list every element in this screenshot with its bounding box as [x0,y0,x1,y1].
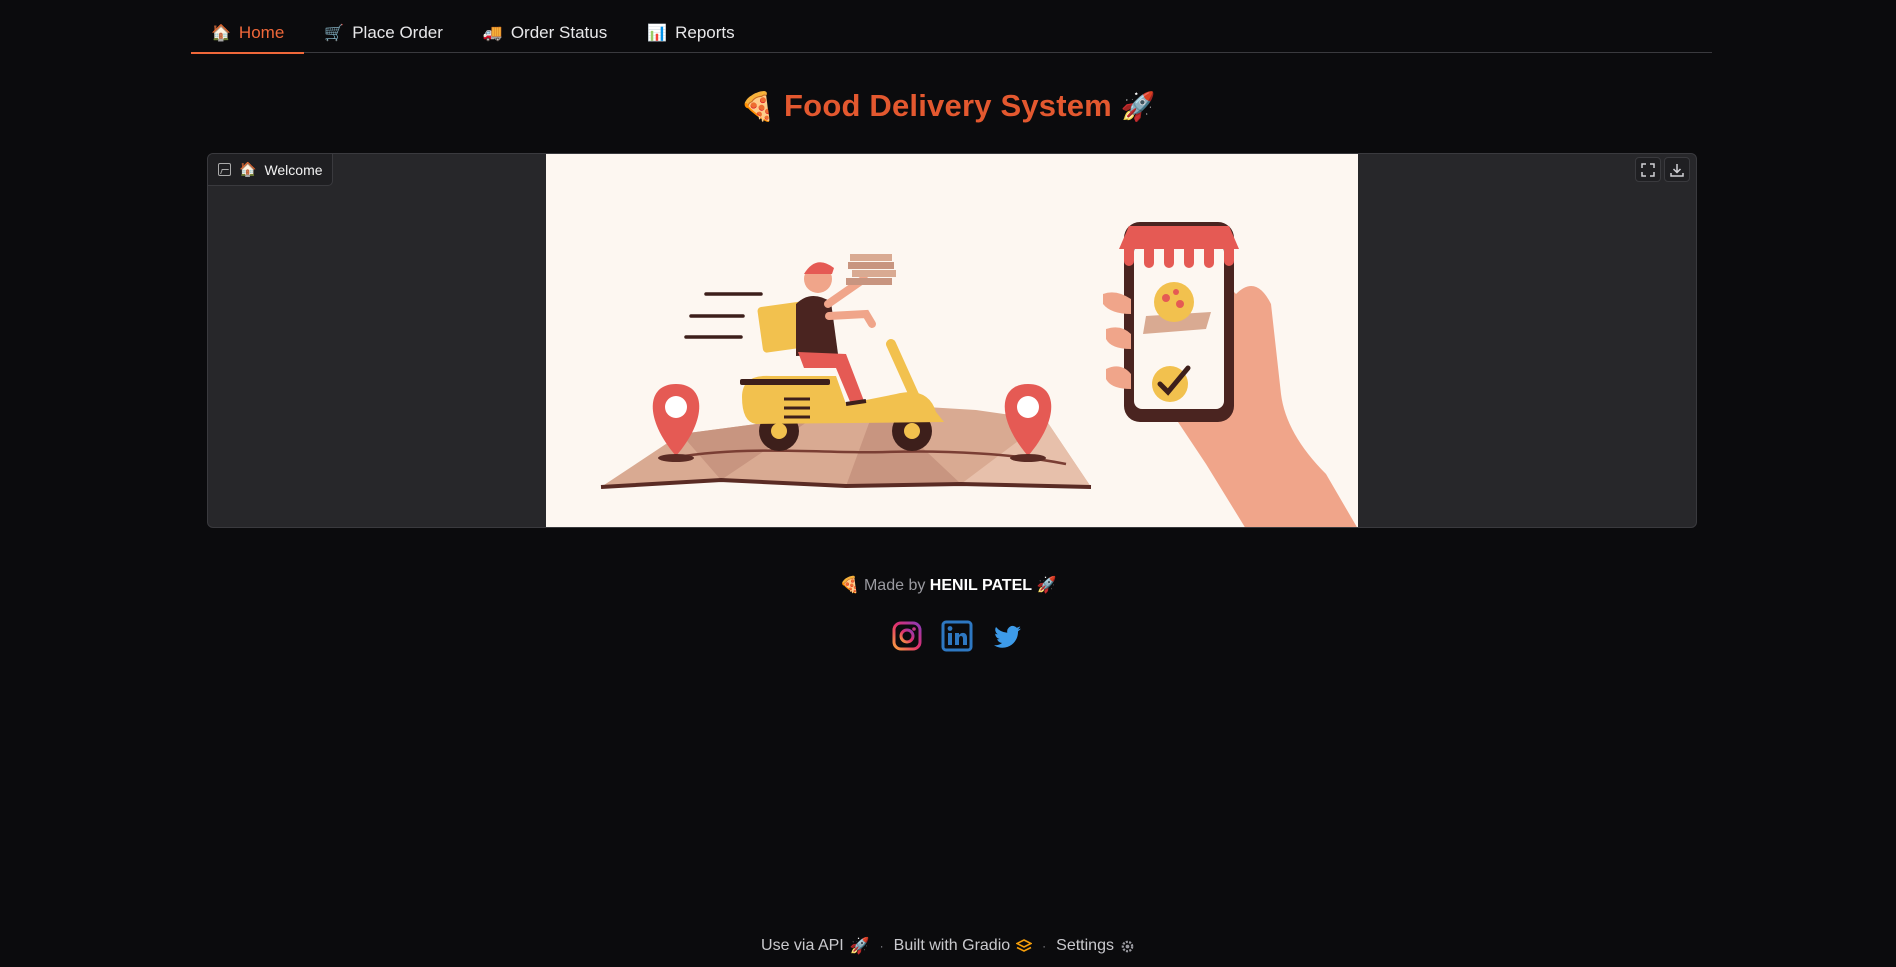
image-label-text: Welcome [264,161,323,178]
image-toolbar [1635,157,1690,182]
tab-home[interactable]: 🏠 Home [191,14,305,54]
house-icon: 🏠 [211,25,231,42]
tab-label: Order Status [510,23,608,42]
linkedin-icon[interactable] [941,620,973,652]
credit-line: 🍕 Made by HENIL PATEL 🚀 [0,575,1896,595]
download-button[interactable] [1664,157,1690,182]
page-title: 🍕 Food Delivery System 🚀 [0,88,1896,124]
separator-dot: · [1042,939,1047,953]
use-via-api-link[interactable]: Use via API 🚀 [761,936,870,956]
tab-bar: 🏠 Home 🛒 Place Order 🚚 Order Status 📊 Re… [191,14,1712,54]
fullscreen-icon [1641,162,1655,177]
rocket-icon: 🚀 [849,938,870,955]
pizza-icon: 🍕 [839,577,860,594]
app-root: 🏠 Home 🛒 Place Order 🚚 Order Status 📊 Re… [0,0,1896,967]
author-name: HENIL PATEL [929,577,1033,594]
tab-label: Home [238,23,285,42]
cart-icon: 🛒 [324,25,345,42]
pizza-icon: 🍕 [740,91,776,122]
settings-link[interactable]: Settings [1056,937,1135,955]
rocket-icon: 🚀 [1120,91,1156,122]
delivery-illustration [546,154,1358,527]
house-icon: 🏠 [239,161,257,177]
twitter-icon[interactable] [991,620,1023,652]
built-label: Built with Gradio [893,937,1011,954]
image-label: 🏠 Welcome [208,154,333,186]
built-with-gradio-link[interactable]: Built with Gradio [894,937,1033,955]
tab-label: Place Order [352,23,443,42]
tab-place-order[interactable]: 🛒 Place Order [304,14,463,52]
tab-order-status[interactable]: 🚚 Order Status [463,14,627,52]
social-links [891,620,1023,652]
tab-reports[interactable]: 📊 Reports [627,14,754,52]
gear-icon [1121,940,1134,952]
rocket-icon: 🚀 [1036,577,1057,594]
download-icon [1670,163,1684,177]
gradio-logo-icon [1016,939,1033,952]
bar-chart-icon: 📊 [647,25,668,42]
api-label: Use via API [761,937,844,954]
welcome-image-panel: 🏠 Welcome [207,153,1697,528]
settings-label: Settings [1056,937,1114,954]
fullscreen-button[interactable] [1635,157,1661,182]
page-title-text: Food Delivery System [784,88,1112,123]
instagram-icon[interactable] [891,620,923,652]
truck-icon: 🚚 [482,25,503,42]
credit-prefix: Made by [863,577,926,594]
gradio-footer: Use via API 🚀 · Built with Gradio · Sett… [0,936,1896,956]
image-icon [218,163,231,176]
separator-dot: · [879,939,884,953]
tab-label: Reports [675,23,735,42]
